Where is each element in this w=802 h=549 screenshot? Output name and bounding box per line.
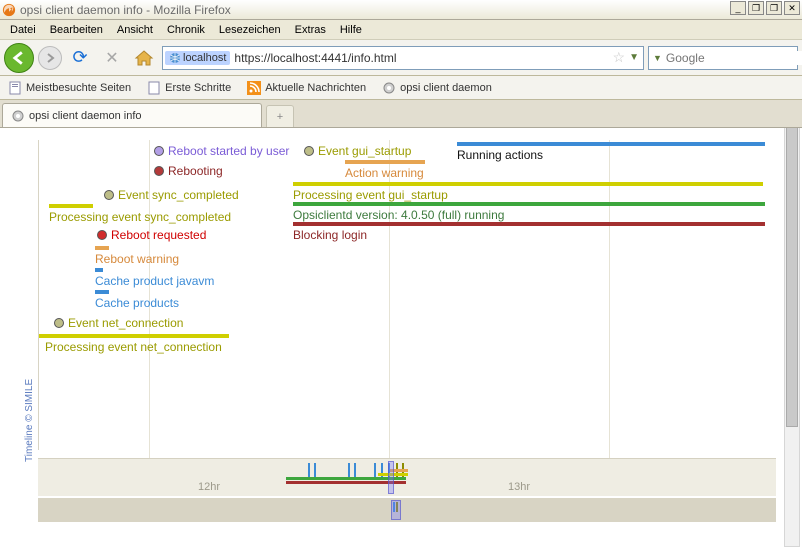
page-content: 38 39 40 Reboot started by user Rebootin… (0, 128, 802, 549)
bar-blocking-login[interactable]: Blocking login (293, 222, 765, 242)
minimize-button[interactable]: _ (730, 1, 746, 15)
news-button[interactable]: Aktuelle Nachrichten (243, 79, 370, 97)
reload-button[interactable]: ⟳ (66, 44, 94, 72)
vertical-scrollbar[interactable] (784, 128, 800, 547)
most-visited-button[interactable]: Meistbesuchte Seiten (4, 79, 135, 97)
menu-file[interactable]: Datei (4, 22, 42, 38)
identity-label: localhost (183, 52, 226, 64)
event-reboot-started[interactable]: Reboot started by user (154, 144, 289, 158)
overview-scrubber[interactable] (388, 461, 394, 494)
gear-icon (382, 81, 396, 95)
url-dropdown-icon[interactable]: ▼ (627, 52, 641, 63)
bar-action-warning[interactable]: Action warning (345, 160, 425, 180)
most-visited-label: Meistbesuchte Seiten (26, 82, 131, 94)
getting-started-label: Erste Schritte (165, 82, 231, 94)
menubar: Datei Bearbeiten Ansicht Chronik Lesezei… (0, 20, 802, 40)
page-icon (147, 81, 161, 95)
menu-history[interactable]: Chronik (161, 22, 211, 38)
simile-credit: Timeline © SIMILE (24, 379, 35, 462)
close-button[interactable]: ✕ (784, 1, 800, 15)
back-button[interactable] (4, 43, 34, 73)
search-input[interactable] (664, 51, 802, 65)
stop-button[interactable]: ✕ (98, 44, 126, 72)
scrollbar-thumb[interactable] (786, 128, 798, 427)
bar-reboot-warning[interactable]: Reboot warning (95, 246, 179, 266)
news-label: Aktuelle Nachrichten (265, 82, 366, 94)
overview-tick-12hr: 12hr (198, 481, 220, 493)
search-box[interactable]: G ▼ 🔍 (648, 46, 798, 70)
event-sync-completed[interactable]: Event sync_completed (104, 188, 239, 202)
overview-scrubber-2[interactable] (391, 500, 401, 520)
home-button[interactable] (130, 44, 158, 72)
tab-ocd-info[interactable]: opsi client daemon info (2, 103, 262, 127)
bar-version-running[interactable]: Opsiclientd version: 4.0.50 (full) runni… (293, 202, 765, 222)
bar-proc-gui-startup[interactable]: Processing event gui_startup (293, 182, 763, 202)
bookmark-star-icon[interactable]: ☆ (613, 49, 626, 66)
url-bar[interactable]: localhost ☆ ▼ (162, 46, 644, 70)
bar-proc-net-connection[interactable]: Processing event net_connection (39, 334, 229, 354)
ocd-bookmark-label: opsi client daemon (400, 82, 492, 94)
forward-button[interactable] (38, 46, 62, 70)
overview-band-2[interactable] (38, 498, 776, 522)
restore-button[interactable]: ❐ (748, 1, 764, 15)
menu-view[interactable]: Ansicht (111, 22, 159, 38)
menu-bookmarks[interactable]: Lesezeichen (213, 22, 287, 38)
nav-toolbar: ⟳ ✕ localhost ☆ ▼ G ▼ 🔍 (0, 40, 802, 76)
menu-edit[interactable]: Bearbeiten (44, 22, 109, 38)
timeline-overview-band[interactable]: 12hr 13hr (38, 458, 776, 522)
bar-running-actions[interactable]: Running actions (457, 142, 765, 162)
page-icon (8, 81, 22, 95)
event-reboot-requested[interactable]: Reboot requested (97, 228, 206, 242)
bookmarks-toolbar: Meistbesuchte Seiten Erste Schritte Aktu… (0, 76, 802, 100)
identity-box[interactable]: localhost (165, 51, 230, 65)
rss-icon (247, 81, 261, 95)
bar-proc-sync-completed[interactable]: Processing event sync_completed (49, 204, 231, 224)
getting-started-button[interactable]: Erste Schritte (143, 79, 235, 97)
event-rebooting[interactable]: Rebooting (154, 164, 223, 178)
globe-icon (169, 52, 181, 64)
tab-title: opsi client daemon info (29, 110, 142, 122)
menu-extras[interactable]: Extras (289, 22, 332, 38)
window-title: opsi client daemon info - Mozilla Firefo… (20, 3, 231, 17)
timeline-main-band[interactable]: 38 39 40 Reboot started by user Rebootin… (38, 140, 774, 450)
gear-icon (11, 109, 25, 123)
ocd-bookmark-button[interactable]: opsi client daemon (378, 79, 496, 97)
menu-help[interactable]: Hilfe (334, 22, 368, 38)
search-engine-dropdown-icon[interactable]: ▼ (651, 53, 664, 63)
overview-band-1[interactable]: 12hr 13hr (38, 458, 776, 496)
event-net-connection[interactable]: Event net_connection (54, 316, 183, 330)
bar-cache-products[interactable]: Cache products (95, 290, 179, 310)
bar-cache-javavm[interactable]: Cache product javavm (95, 268, 214, 288)
event-gui-startup[interactable]: Event gui_startup (304, 144, 411, 158)
restore-button-2[interactable]: ❐ (766, 1, 782, 15)
window-titlebar: opsi client daemon info - Mozilla Firefo… (0, 0, 802, 20)
tabstrip: opsi client daemon info + (0, 100, 802, 128)
firefox-icon (2, 3, 16, 17)
url-input[interactable] (230, 51, 610, 65)
overview-tick-13hr: 13hr (508, 481, 530, 493)
new-tab-button[interactable]: + (266, 105, 294, 127)
